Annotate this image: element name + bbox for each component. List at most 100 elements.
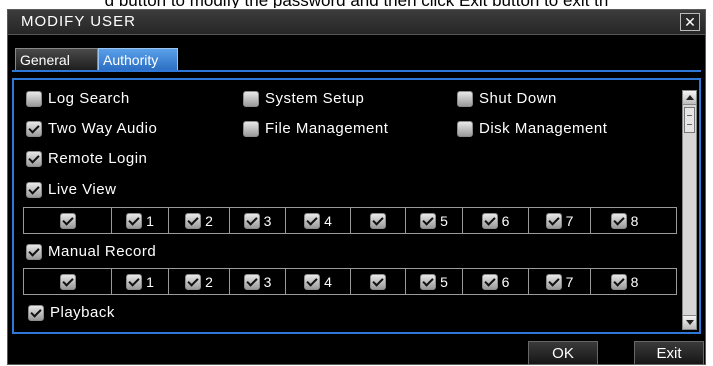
instruction-caption: d button to modify the password and then…: [0, 0, 713, 8]
live-view-channel-checkbox[interactable]: [610, 212, 627, 229]
channel-number: 5: [440, 212, 448, 229]
authority-panel: Log Search System Setup Shut Down Two Wa…: [12, 78, 701, 334]
live-view-channel-cell[interactable]: 6: [463, 208, 529, 233]
file-management-checkbox[interactable]: [243, 121, 259, 138]
live-view-all-checkbox[interactable]: [59, 212, 76, 229]
manual-record-checkbox[interactable]: [26, 244, 42, 261]
channel-number: 4: [324, 212, 332, 229]
log-search-label: Log Search: [48, 90, 130, 108]
manual-record-channel-checkbox[interactable]: [243, 273, 260, 290]
system-setup-checkbox-item[interactable]: System Setup: [243, 90, 364, 108]
manual-record-all-checkbox[interactable]: [59, 273, 76, 290]
log-search-checkbox[interactable]: [26, 91, 42, 108]
title-bar: MODIFY USER ✕: [8, 10, 705, 35]
shut-down-checkbox-item[interactable]: Shut Down: [457, 90, 557, 108]
live-view-checkbox-item[interactable]: Live View: [26, 181, 116, 199]
disk-management-checkbox[interactable]: [457, 121, 473, 138]
manual-record-label: Manual Record: [48, 243, 157, 261]
channel-number: 8: [630, 212, 639, 229]
manual-record-checkbox-item[interactable]: Manual Record: [26, 243, 156, 261]
live-view-channel-cell[interactable]: 4: [286, 208, 351, 233]
exit-button[interactable]: Exit: [634, 341, 704, 365]
live-view-channel-checkbox[interactable]: [304, 212, 321, 229]
dialog-title: MODIFY USER: [21, 13, 136, 30]
channel-number: 2: [205, 212, 213, 229]
manual-record-channel-cell[interactable]: 1: [112, 269, 169, 294]
channel-number: 3: [263, 273, 272, 290]
channel-number: 8: [630, 273, 639, 290]
system-setup-checkbox[interactable]: [243, 91, 259, 108]
two-way-audio-checkbox-item[interactable]: Two Way Audio: [26, 120, 157, 138]
live-view-channel-cell[interactable]: 8: [591, 208, 658, 233]
live-view-all-cell[interactable]: [24, 208, 112, 233]
channel-number: 1: [146, 273, 154, 290]
live-view-channel-checkbox[interactable]: [545, 212, 562, 229]
channel-number: 6: [501, 273, 510, 290]
file-management-label: File Management: [265, 120, 389, 138]
manual-record-channel-grid: 1 2 3 4 5 6 7 8: [23, 268, 677, 295]
log-search-checkbox-item[interactable]: Log Search: [26, 90, 130, 108]
remote-login-checkbox-item[interactable]: Remote Login: [26, 150, 147, 168]
channel-number: 7: [565, 273, 574, 290]
live-view-channel-cell[interactable]: 7: [529, 208, 591, 233]
channel-number: 3: [263, 212, 272, 229]
playback-label: Playback: [50, 304, 115, 322]
live-view-channel-checkbox[interactable]: [126, 212, 143, 229]
live-view-channel-checkbox[interactable]: [481, 212, 498, 229]
live-view-channel-cell[interactable]: 5: [406, 208, 463, 233]
file-management-checkbox-item[interactable]: File Management: [243, 120, 388, 138]
close-button[interactable]: ✕: [680, 13, 700, 31]
live-view-channel-checkbox[interactable]: [243, 212, 260, 229]
remote-login-label: Remote Login: [48, 150, 148, 168]
channel-number: 7: [565, 212, 574, 229]
live-view-group-cell[interactable]: [351, 208, 406, 233]
disk-management-checkbox-item[interactable]: Disk Management: [457, 120, 607, 138]
disk-management-label: Disk Management: [479, 120, 608, 138]
live-view-channel-checkbox[interactable]: [420, 212, 437, 229]
tab-underline: [12, 70, 701, 72]
live-view-channel-grid: 1 2 3 4 5 6 7 8: [23, 207, 677, 234]
manual-record-channel-cell[interactable]: 7: [529, 269, 591, 294]
ok-button[interactable]: OK: [528, 341, 598, 365]
live-view-channel-cell[interactable]: 3: [230, 208, 286, 233]
scrollbar-thumb[interactable]: [684, 107, 695, 133]
manual-record-channel-checkbox[interactable]: [545, 273, 562, 290]
manual-record-channel-checkbox[interactable]: [610, 273, 627, 290]
playback-checkbox[interactable]: [28, 305, 44, 322]
tab-general[interactable]: General: [15, 48, 98, 70]
manual-record-channel-checkbox[interactable]: [185, 273, 202, 290]
scroll-down-arrow-icon[interactable]: [683, 315, 696, 329]
manual-record-group-checkbox[interactable]: [370, 273, 386, 290]
system-setup-label: System Setup: [265, 90, 365, 108]
manual-record-channel-cell[interactable]: 2: [169, 269, 230, 294]
manual-record-all-cell[interactable]: [24, 269, 112, 294]
manual-record-channel-checkbox[interactable]: [420, 273, 437, 290]
remote-login-checkbox[interactable]: [26, 151, 42, 168]
playback-checkbox-item[interactable]: Playback: [28, 304, 115, 322]
channel-number: 6: [501, 212, 510, 229]
manual-record-group-cell[interactable]: [351, 269, 406, 294]
channel-number: 4: [324, 273, 332, 290]
manual-record-channel-checkbox[interactable]: [126, 273, 143, 290]
two-way-audio-checkbox[interactable]: [26, 121, 42, 138]
manual-record-channel-cell[interactable]: 4: [286, 269, 351, 294]
live-view-checkbox[interactable]: [26, 182, 42, 199]
manual-record-channel-checkbox[interactable]: [304, 273, 321, 290]
tab-authority[interactable]: Authority: [98, 48, 178, 70]
modify-user-dialog: MODIFY USER ✕ General Authority Log Sear…: [7, 9, 706, 365]
manual-record-channel-cell[interactable]: 3: [230, 269, 286, 294]
scroll-up-arrow-icon[interactable]: [683, 91, 696, 105]
channel-number: 5: [440, 273, 448, 290]
live-view-channel-cell[interactable]: 1: [112, 208, 169, 233]
manual-record-channel-cell[interactable]: 8: [591, 269, 658, 294]
vertical-scrollbar[interactable]: [682, 90, 697, 330]
manual-record-channel-checkbox[interactable]: [481, 273, 498, 290]
live-view-channel-checkbox[interactable]: [185, 212, 202, 229]
live-view-label: Live View: [48, 181, 117, 199]
shut-down-checkbox[interactable]: [457, 91, 473, 108]
manual-record-channel-cell[interactable]: 5: [406, 269, 463, 294]
live-view-channel-cell[interactable]: 2: [169, 208, 230, 233]
live-view-group-checkbox[interactable]: [370, 212, 386, 229]
manual-record-channel-cell[interactable]: 6: [463, 269, 529, 294]
shut-down-label: Shut Down: [479, 90, 557, 108]
